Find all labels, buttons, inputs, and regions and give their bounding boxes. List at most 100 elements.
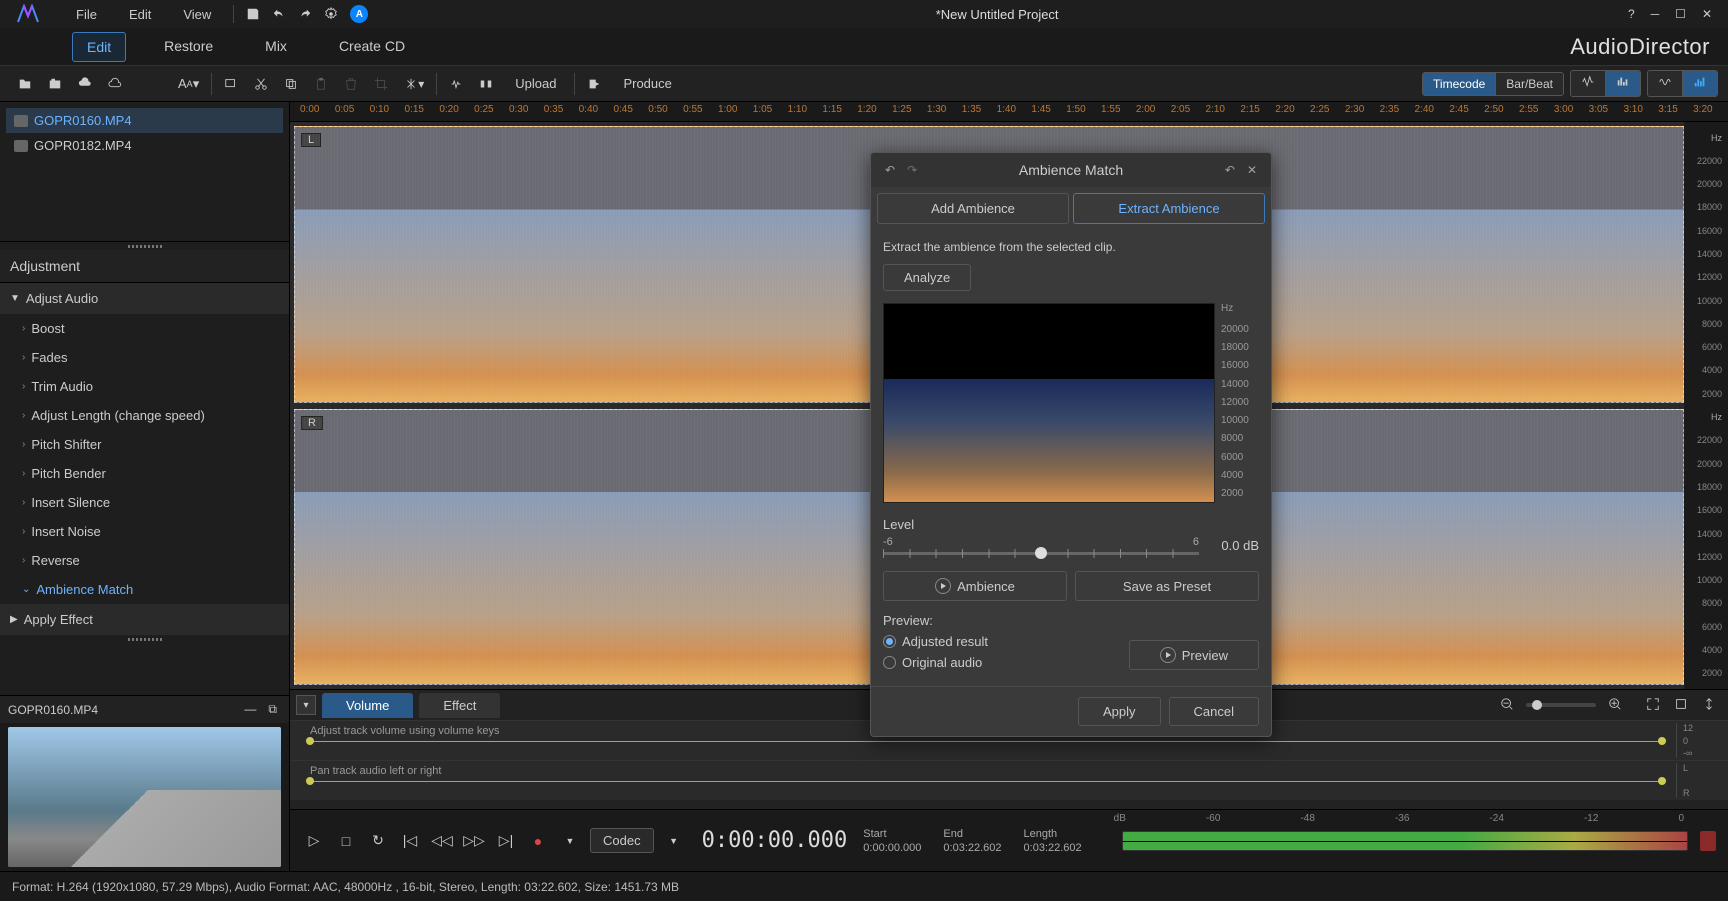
adj-adjust-length[interactable]: ›Adjust Length (change speed): [0, 401, 289, 430]
import-folder-icon[interactable]: [40, 70, 70, 98]
copy-icon[interactable]: [276, 70, 306, 98]
cancel-button[interactable]: Cancel: [1169, 697, 1259, 726]
zoom-vertical-icon[interactable]: [1696, 694, 1722, 717]
select-icon[interactable]: [216, 70, 246, 98]
mode-restore[interactable]: Restore: [150, 32, 227, 62]
redo-icon[interactable]: [292, 3, 318, 25]
pan-keyframe[interactable]: [306, 777, 314, 785]
preview-button[interactable]: Preview: [1129, 640, 1259, 670]
cloud-icon[interactable]: [100, 70, 130, 98]
stop-icon[interactable]: □: [334, 829, 358, 853]
account-icon[interactable]: A: [344, 1, 374, 27]
play-icon[interactable]: ▷: [302, 829, 326, 853]
prev-icon[interactable]: |◁: [398, 829, 422, 853]
normalize-icon[interactable]: [441, 70, 471, 98]
apply-effect-section[interactable]: ▶Apply Effect: [0, 604, 289, 635]
rewind-icon[interactable]: ◁◁: [430, 829, 454, 853]
mode-mix[interactable]: Mix: [251, 32, 301, 62]
codec-menu-icon[interactable]: ▼: [662, 829, 686, 853]
splitter-handle[interactable]: [0, 242, 289, 250]
apply-button[interactable]: Apply: [1078, 697, 1161, 726]
cloud-download-icon[interactable]: [70, 70, 100, 98]
zoom-in-icon[interactable]: [1602, 694, 1628, 717]
dlg-close-icon[interactable]: ✕: [1241, 159, 1263, 181]
record-icon[interactable]: ●: [526, 829, 550, 853]
cut-icon[interactable]: [246, 70, 276, 98]
minimize-icon[interactable]: ─: [1643, 3, 1668, 25]
volume-keyframe[interactable]: [306, 737, 314, 745]
radio-original-audio[interactable]: Original audio: [883, 655, 1117, 670]
menu-file[interactable]: File: [60, 3, 113, 26]
menu-edit[interactable]: Edit: [113, 3, 167, 26]
media-item[interactable]: GOPR0182.MP4: [6, 133, 283, 158]
undo-icon[interactable]: [266, 3, 292, 25]
zoom-fit-icon[interactable]: [1640, 694, 1666, 717]
tab-add-ambience[interactable]: Add Ambience: [877, 193, 1069, 224]
level-slider-thumb[interactable]: [1035, 547, 1047, 559]
save-icon[interactable]: [240, 3, 266, 25]
channel-icon[interactable]: [471, 70, 501, 98]
forward-icon[interactable]: ▷▷: [462, 829, 486, 853]
eq-view-icon[interactable]: [1605, 71, 1640, 96]
tab-effect[interactable]: Effect: [419, 693, 500, 718]
zoom-out-icon[interactable]: [1494, 694, 1520, 717]
codec-button[interactable]: Codec: [590, 828, 654, 853]
adj-reverse[interactable]: ›Reverse: [0, 546, 289, 575]
adj-insert-noise[interactable]: ›Insert Noise: [0, 517, 289, 546]
record-menu-icon[interactable]: ▼: [558, 829, 582, 853]
upload-button[interactable]: Upload: [501, 72, 570, 95]
adj-pitch-bender[interactable]: ›Pitch Bender: [0, 459, 289, 488]
video-preview[interactable]: [8, 727, 281, 867]
time-ruler[interactable]: 0:000:050:100:150:200:250:300:350:400:45…: [290, 102, 1728, 122]
dlg-undo-icon[interactable]: ↶: [879, 159, 901, 181]
textsize-icon[interactable]: AA▾: [170, 70, 207, 98]
next-icon[interactable]: ▷|: [494, 829, 518, 853]
import-file-icon[interactable]: [10, 70, 40, 98]
dlg-reset-icon[interactable]: ↶: [1219, 159, 1241, 181]
help-icon[interactable]: ?: [1620, 3, 1643, 25]
mode-edit[interactable]: Edit: [72, 32, 126, 62]
loop-icon[interactable]: ↻: [366, 829, 390, 853]
radio-adjusted-result[interactable]: Adjusted result: [883, 634, 1117, 649]
dlg-redo-icon[interactable]: ↷: [901, 159, 923, 181]
peak-indicator[interactable]: [1700, 831, 1716, 851]
adj-fades[interactable]: ›Fades: [0, 343, 289, 372]
delete-icon[interactable]: [336, 70, 366, 98]
adj-ambience-match[interactable]: ⌄Ambience Match: [0, 575, 289, 604]
spectro-display-icon[interactable]: [1682, 71, 1717, 96]
adj-boost[interactable]: ›Boost: [0, 314, 289, 343]
adj-insert-silence[interactable]: ›Insert Silence: [0, 488, 289, 517]
maximize-icon[interactable]: ☐: [1667, 3, 1694, 25]
tab-extract-ambience[interactable]: Extract Ambience: [1073, 193, 1265, 224]
track-collapse-icon[interactable]: ▾: [296, 695, 316, 715]
mode-createcd[interactable]: Create CD: [325, 32, 419, 62]
pan-keyframe[interactable]: [1658, 777, 1666, 785]
ambience-play-button[interactable]: Ambience: [883, 571, 1067, 601]
settings-icon[interactable]: [318, 3, 344, 25]
adjust-audio-section[interactable]: ▼Adjust Audio: [0, 283, 289, 314]
zoom-thumb[interactable]: [1532, 700, 1542, 710]
waveform-view-icon[interactable]: [1571, 71, 1605, 96]
splitter-handle[interactable]: [0, 635, 289, 643]
paste-icon[interactable]: [306, 70, 336, 98]
analyze-button[interactable]: Analyze: [883, 264, 971, 291]
save-preset-button[interactable]: Save as Preset: [1075, 571, 1259, 601]
adj-trim-audio[interactable]: ›Trim Audio: [0, 372, 289, 401]
zoom-selection-icon[interactable]: [1668, 694, 1694, 717]
barbeat-toggle[interactable]: Bar/Beat: [1495, 73, 1563, 95]
preview-popout-icon[interactable]: ⧉: [264, 700, 281, 719]
close-icon[interactable]: ✕: [1694, 3, 1720, 25]
menu-view[interactable]: View: [167, 3, 227, 26]
level-slider[interactable]: [883, 552, 1199, 555]
preview-minimize-icon[interactable]: —: [240, 700, 260, 719]
marker-icon[interactable]: ▾: [396, 70, 432, 98]
adj-pitch-shifter[interactable]: ›Pitch Shifter: [0, 430, 289, 459]
pan-track[interactable]: Pan track audio left or right LR: [290, 760, 1728, 800]
wave-display-icon[interactable]: [1648, 71, 1682, 96]
crop-icon[interactable]: [366, 70, 396, 98]
produce-button[interactable]: Produce: [609, 72, 685, 95]
media-item[interactable]: GOPR0160.MP4: [6, 108, 283, 133]
export-icon[interactable]: [579, 70, 609, 98]
timecode-toggle[interactable]: Timecode: [1423, 73, 1495, 95]
volume-keyframe[interactable]: [1658, 737, 1666, 745]
